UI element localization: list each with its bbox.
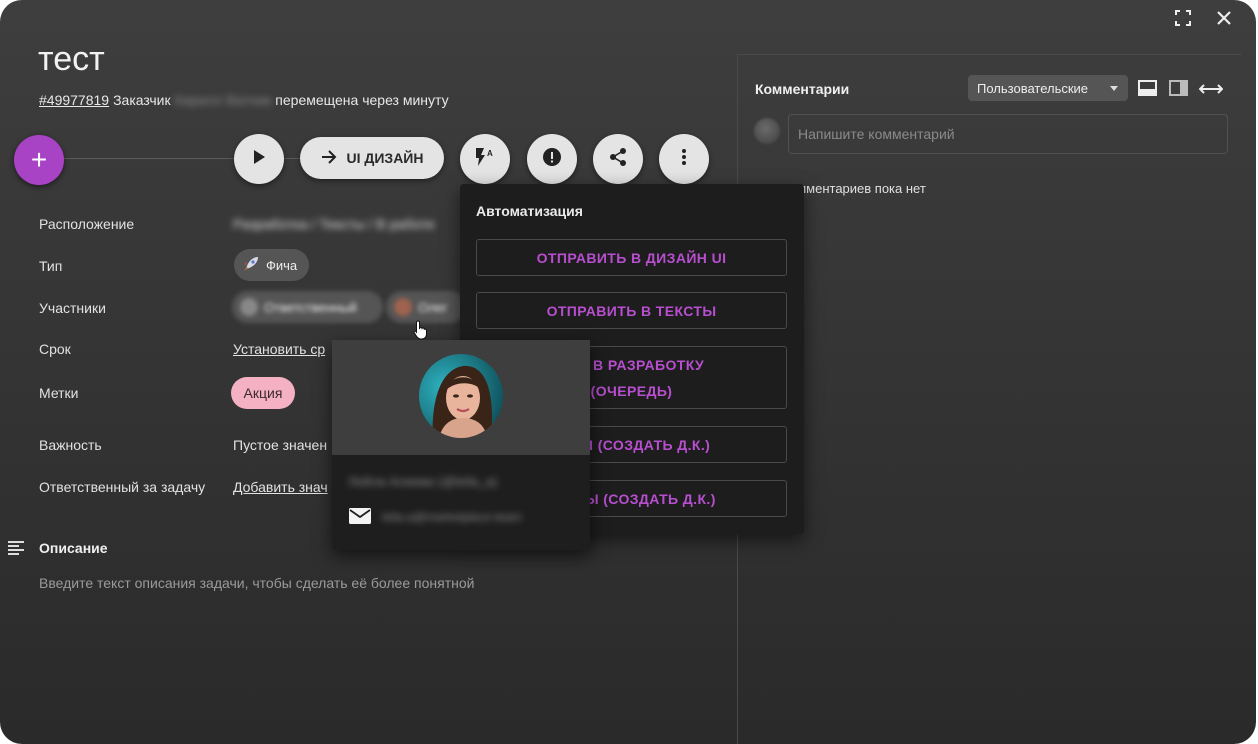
avatar: [240, 298, 258, 316]
participant-chip[interactable]: Олег: [386, 291, 466, 323]
layout-bottom-icon[interactable]: [1138, 80, 1157, 101]
description-icon: [8, 540, 26, 561]
share-icon: [609, 147, 627, 172]
automation-button-label: ОТПРАВИТЬ В ДИЗАЙН UI: [536, 249, 727, 266]
automation-button-label: ОТПРАВИТЬ В ТЕКСТЫ: [546, 302, 717, 319]
participant-name: Олег: [418, 299, 448, 315]
profile-email[interactable]: leila.a@marketplace-team: [382, 510, 522, 524]
fullscreen-icon[interactable]: [1169, 6, 1197, 30]
expand-horizontal-icon[interactable]: [1198, 82, 1224, 100]
add-button[interactable]: +: [14, 135, 64, 185]
importance-value[interactable]: Пустое значен: [233, 437, 327, 453]
more-button[interactable]: [659, 134, 709, 184]
moved-text: перемещена через минуту: [275, 92, 449, 108]
add-assignee-link[interactable]: Добавить знач: [233, 479, 328, 495]
play-icon: [252, 149, 266, 170]
play-button[interactable]: [234, 134, 284, 184]
comments-empty-text: омментариев пока нет: [790, 181, 926, 196]
tag-chip[interactable]: Акция: [231, 377, 295, 409]
location-value[interactable]: Разработка / Тексты / В работе: [233, 216, 435, 232]
customer-label: Заказчик: [113, 92, 171, 108]
more-vert-icon: [681, 148, 687, 171]
caret-down-icon: [1110, 86, 1118, 91]
layout-side-icon[interactable]: [1169, 80, 1188, 101]
description-input[interactable]: Введите текст описания задачи, чтобы сде…: [39, 575, 474, 591]
automation-send-design-ui[interactable]: ОТПРАВИТЬ В ДИЗАЙН UI: [476, 239, 787, 276]
type-chip-label: Фича: [266, 257, 298, 273]
arrow-right-icon: [321, 149, 337, 167]
avatar: [394, 298, 412, 316]
svg-text:A: A: [487, 149, 493, 158]
location-label: Расположение: [39, 216, 135, 232]
priority-button[interactable]: [527, 134, 577, 184]
comments-panel: [737, 54, 1242, 744]
share-button[interactable]: [593, 134, 643, 184]
tags-label: Метки: [39, 385, 79, 401]
task-window: тест #49977819 Заказчик Кирилл Ватник пе…: [0, 0, 1256, 744]
task-title[interactable]: тест: [38, 40, 105, 79]
close-icon[interactable]: [1210, 6, 1238, 30]
type-chip[interactable]: Фича: [234, 249, 310, 281]
participants-label: Участники: [39, 300, 106, 316]
participant-name: Ответственный: [264, 299, 357, 315]
description-title: Описание: [39, 540, 108, 556]
mail-icon: [348, 507, 372, 530]
move-to-ui-design-button[interactable]: UI ДИЗАЙН: [300, 137, 444, 179]
participant-chip[interactable]: Ответственный: [232, 291, 383, 323]
profile-hover-card: Лейла Алиева (@leila_a) leila.a@marketpl…: [332, 340, 590, 550]
comments-title: Комментарии: [755, 81, 850, 97]
automation-button[interactable]: A: [460, 134, 510, 184]
priority-icon: [542, 147, 562, 172]
assignee-label: Ответственный за задачу: [39, 479, 206, 495]
automation-icon: A: [474, 147, 496, 172]
hand-cursor-icon: [413, 320, 429, 345]
move-button-label: UI ДИЗАЙН: [346, 150, 424, 166]
automation-title: Автоматизация: [476, 203, 583, 219]
set-deadline-link[interactable]: Установить ср: [233, 341, 325, 357]
avatar: [419, 354, 503, 438]
avatar: [754, 118, 780, 144]
filter-value: Пользовательские: [977, 80, 1089, 96]
importance-label: Важность: [39, 437, 102, 453]
automation-button-label: (ОЧЕРЕДЬ): [590, 382, 673, 399]
task-subline: #49977819 Заказчик Кирилл Ватник перемещ…: [39, 92, 449, 108]
customer-name: Кирилл Ватник: [174, 92, 272, 108]
task-id-link[interactable]: #49977819: [39, 92, 109, 108]
comments-filter-select[interactable]: Пользовательские: [968, 75, 1128, 101]
automation-send-texts[interactable]: ОТПРАВИТЬ В ТЕКСТЫ: [476, 292, 787, 329]
comment-input[interactable]: Напишите комментарий: [788, 114, 1228, 154]
profile-name: Лейла Алиева (@leila_a): [348, 474, 498, 489]
deadline-label: Срок: [39, 341, 71, 357]
rocket-icon: [242, 255, 260, 276]
type-label: Тип: [39, 258, 63, 274]
